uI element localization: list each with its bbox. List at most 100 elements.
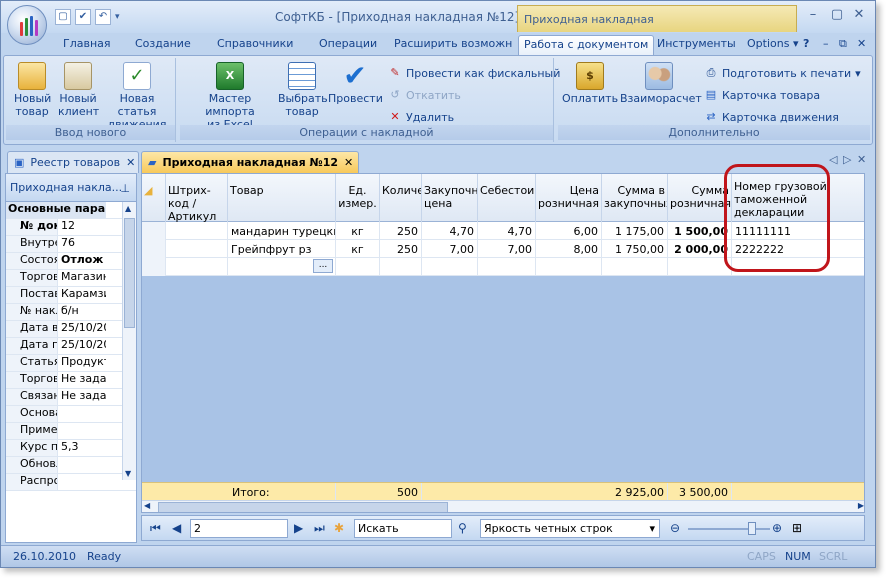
- property-value[interactable]: [58, 406, 106, 422]
- product-card-button[interactable]: ▤ Карточка товара: [704, 88, 820, 102]
- property-row[interactable]: ПоставщКарамзи: [6, 287, 136, 304]
- table-cell[interactable]: 8,00: [536, 240, 602, 258]
- table-cell[interactable]: 250: [380, 222, 422, 240]
- property-value[interactable]: Отлож: [58, 253, 106, 269]
- tab-scroll-right-icon[interactable]: ▷: [843, 153, 851, 166]
- search-input[interactable]: Искать: [354, 519, 452, 538]
- col-retail-price[interactable]: Цена розничная: [536, 174, 602, 222]
- property-row[interactable]: ТорговаяМагазин: [6, 270, 136, 287]
- table-cell[interactable]: 7,00: [478, 240, 536, 258]
- new-client-button[interactable]: Новый клиент: [58, 62, 99, 118]
- app-menu-button[interactable]: [7, 5, 47, 45]
- cell[interactable]: [380, 258, 422, 276]
- col-product[interactable]: Товар: [228, 174, 336, 222]
- first-record-icon[interactable]: ⏮: [150, 521, 161, 536]
- row-indicator[interactable]: [142, 240, 166, 258]
- column-chooser-icon[interactable]: ⊞: [792, 521, 802, 535]
- post-button[interactable]: ✔ Провести: [328, 62, 383, 106]
- table-cell[interactable]: Грейпфрут рз: [228, 240, 336, 258]
- scroll-thumb[interactable]: [124, 218, 135, 328]
- property-value[interactable]: 25/10/20: [58, 321, 106, 337]
- tab-operations[interactable]: Операции: [319, 37, 377, 50]
- property-value[interactable]: 12: [58, 219, 106, 235]
- options-menu[interactable]: Options ▾: [747, 37, 798, 50]
- new-record-icon[interactable]: ✱: [334, 521, 344, 535]
- last-record-icon[interactable]: ⏭: [314, 521, 325, 536]
- col-cost[interactable]: Себестоимость: [478, 174, 536, 222]
- ellipsis-button[interactable]: ...: [313, 259, 333, 273]
- table-cell[interactable]: 2 000,00: [668, 240, 732, 258]
- option-select[interactable]: Яркость четных строк ▾: [480, 519, 660, 538]
- new-product-button[interactable]: Новый товар: [14, 62, 51, 118]
- qat-dropdown-icon[interactable]: ▾: [115, 10, 125, 24]
- table-cell[interactable]: [166, 240, 228, 258]
- table-cell[interactable]: кг: [336, 222, 380, 240]
- property-value[interactable]: 25/10/20: [58, 338, 106, 354]
- property-row[interactable]: Дата про25/10/20: [6, 338, 136, 355]
- rollback-button[interactable]: ↺ Откатить: [388, 88, 461, 102]
- tab-scroll-left-icon[interactable]: ◁: [829, 153, 837, 166]
- tab-home[interactable]: Главная: [63, 37, 111, 50]
- post-fiscal-button[interactable]: ✎ Провести как фискальный: [388, 66, 560, 80]
- property-row[interactable]: Внутренн76: [6, 236, 136, 253]
- property-row[interactable]: СвязаннНе задан: [6, 389, 136, 406]
- pin-icon[interactable]: ⊥: [120, 182, 130, 195]
- tab-close-icon[interactable]: ✕: [857, 153, 866, 166]
- category-row[interactable]: Основные парам: [6, 202, 136, 219]
- cell[interactable]: [422, 258, 478, 276]
- scroll-left-icon[interactable]: ◀: [144, 501, 150, 510]
- table-cell[interactable]: [166, 222, 228, 240]
- table-cell[interactable]: 6,00: [536, 222, 602, 240]
- prepare-print-button[interactable]: ⎙ Подготовить к печати ▾: [704, 66, 861, 80]
- table-cell[interactable]: 250: [380, 240, 422, 258]
- new-movement-item-button[interactable]: ✓ Новая статьядвижения: [100, 62, 174, 131]
- panel-scrollbar[interactable]: ▲ ▼: [122, 202, 136, 480]
- next-record-icon[interactable]: ▶: [294, 521, 303, 535]
- mdi-restore-icon[interactable]: ⧉: [839, 37, 847, 51]
- settlement-button[interactable]: Взаиморасчет: [620, 62, 702, 105]
- property-row[interactable]: ТорговыйНе задан: [6, 372, 136, 389]
- cell[interactable]: ...: [228, 258, 336, 276]
- excel-import-button[interactable]: X Мастер импортаиз Excel: [184, 62, 276, 131]
- tab-products-registry[interactable]: ▣ Реестр товаров ✕: [7, 151, 139, 173]
- cell[interactable]: [478, 258, 536, 276]
- col-sum-purchase[interactable]: Сумма в закупочных: [602, 174, 668, 222]
- cell[interactable]: [336, 258, 380, 276]
- check-icon[interactable]: ✔: [75, 9, 91, 25]
- prev-record-icon[interactable]: ◀: [172, 521, 181, 535]
- close-icon[interactable]: ✕: [344, 156, 353, 169]
- movement-card-button[interactable]: ⇄ Карточка движения: [704, 110, 839, 124]
- zoom-out-icon[interactable]: ⊖: [670, 521, 680, 535]
- tab-tools[interactable]: Инструменты: [657, 37, 736, 50]
- cell[interactable]: [668, 258, 732, 276]
- col-unit[interactable]: Ед. измер.: [336, 174, 380, 222]
- table-cell[interactable]: 4,70: [478, 222, 536, 240]
- tab-directories[interactable]: Справочники: [217, 37, 293, 50]
- new-document-icon[interactable]: ▢: [55, 9, 71, 25]
- row-indicator[interactable]: [142, 222, 166, 240]
- tab-incoming-invoice[interactable]: ▰ Приходная накладная №12 ✕: [141, 151, 359, 173]
- minimize-icon[interactable]: –: [803, 7, 823, 22]
- property-value[interactable]: Магазин: [58, 270, 106, 286]
- property-row[interactable]: Примечан: [6, 423, 136, 440]
- hscroll-thumb[interactable]: [158, 502, 448, 512]
- property-value[interactable]: Не задан: [58, 389, 106, 405]
- col-barcode[interactable]: Штрих-код / Артикул: [166, 174, 228, 222]
- table-cell[interactable]: мандарин турецкий: [228, 222, 336, 240]
- grid-hscrollbar[interactable]: ◀ ▶: [142, 500, 864, 512]
- cell[interactable]: [602, 258, 668, 276]
- table-cell[interactable]: 1 500,00: [668, 222, 732, 240]
- property-row[interactable]: СостояниОтлож: [6, 253, 136, 270]
- cell[interactable]: [166, 258, 228, 276]
- col-sum-retail[interactable]: Сумма розничная: [668, 174, 732, 222]
- property-value[interactable]: Продукт: [58, 355, 106, 371]
- record-number-input[interactable]: 2: [190, 519, 288, 538]
- table-cell[interactable]: 4,70: [422, 222, 478, 240]
- property-value[interactable]: Карамзи: [58, 287, 106, 303]
- zoom-in-icon[interactable]: ⊕: [772, 521, 782, 535]
- property-row[interactable]: № докум12: [6, 219, 136, 236]
- zoom-slider-thumb[interactable]: [748, 522, 756, 535]
- property-row[interactable]: Статья Продукт: [6, 355, 136, 372]
- table-cell[interactable]: 7,00: [422, 240, 478, 258]
- pay-button[interactable]: $ Оплатить: [562, 62, 618, 105]
